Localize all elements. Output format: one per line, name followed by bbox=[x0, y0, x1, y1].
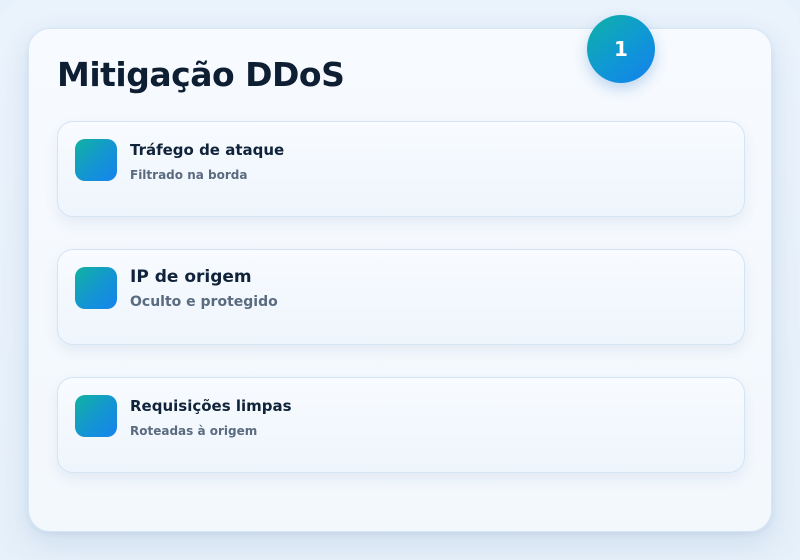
step-number: 1 bbox=[614, 37, 628, 61]
page-background: Mitigação DDoS 1 Tráfego de ataque Filtr… bbox=[0, 0, 800, 560]
feature-title: Tráfego de ataque bbox=[130, 141, 285, 159]
page-title: Mitigação DDoS bbox=[57, 55, 345, 94]
feature-item-attack-traffic: Tráfego de ataque Filtrado na borda bbox=[57, 121, 745, 217]
feature-item-origin-ip: IP de origem Oculto e protegido bbox=[57, 249, 745, 345]
feature-title: IP de origem bbox=[130, 267, 252, 287]
feature-subtitle: Filtrado na borda bbox=[130, 168, 248, 182]
gradient-square-icon bbox=[75, 395, 117, 437]
feature-subtitle: Oculto e protegido bbox=[130, 294, 278, 310]
step-badge: 1 bbox=[587, 15, 655, 83]
gradient-square-icon bbox=[75, 267, 117, 309]
feature-subtitle: Roteadas à origem bbox=[130, 424, 258, 438]
ddos-mitigation-card: Mitigação DDoS 1 Tráfego de ataque Filtr… bbox=[28, 15, 772, 532]
gradient-square-icon bbox=[75, 139, 117, 181]
feature-title: Requisições limpas bbox=[130, 397, 292, 415]
feature-item-clean-requests: Requisições limpas Roteadas à origem bbox=[57, 377, 745, 473]
